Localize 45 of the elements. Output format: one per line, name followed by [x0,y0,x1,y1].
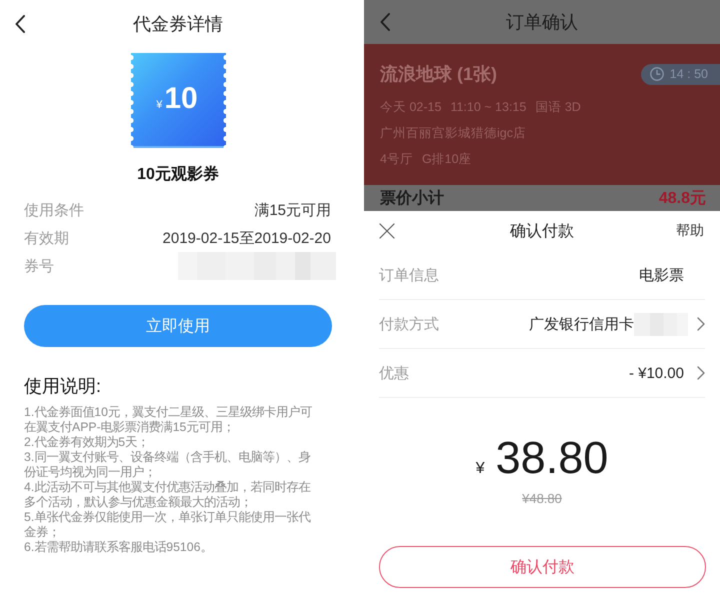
instruction-text: 3.同一翼支付账号、设备终端（含手机、电脑等）、身份证号均视为同一用户； [24,450,312,480]
instructions-title: 使用说明: [24,375,102,398]
detail-value: 2019-02-15至2019-02-20 [162,228,331,248]
movie-title: 流浪地球 (1张) [380,63,497,86]
row-label: 优惠 [379,364,410,382]
subtotal-label: 票价小计 [380,190,444,208]
seat-text: 4号厅 [380,151,413,168]
pay-amount: 38.80 [496,432,608,484]
row-value: 电影票 [639,266,684,284]
instruction-text: 6.若需帮助请联系客服电话95106。 [24,540,214,555]
row-value: 广发银行信用卡 [529,314,634,334]
showtime-text: 国语 3D [535,99,581,116]
page-title: 订单确认 [505,11,579,34]
showtime-text: 今天 02-15 [380,99,442,116]
use-now-button[interactable]: 立即使用 [24,305,332,347]
confirm-pay-button[interactable]: 确认付款 [379,546,706,588]
instruction-text: 5.单张代金券仅能使用一次，单张订单只能使用一张代金券； [24,510,312,540]
detail-label: 有效期 [24,228,69,248]
cinema-name: 广州百丽宫影城猎德igc店 [380,125,526,142]
showtime-text: 11:10 ~ 13:15 [450,99,526,116]
help-link[interactable]: 帮助 [676,222,704,240]
detail-label: 券号 [24,256,54,276]
instruction-text: 2.代金券有效期为5天； [24,435,150,450]
chevron-right-icon[interactable] [697,317,705,331]
detail-label: 使用条件 [24,200,84,220]
sheet-title: 确认付款 [509,222,575,242]
page-title: 代金券详情 [132,13,224,36]
clock-icon [650,67,664,81]
chevron-left-icon[interactable] [15,15,25,33]
original-price: ¥48.80 [522,490,562,508]
row-value: - ¥10.00 [628,364,684,382]
seat-text: G排10座 [422,151,472,168]
close-icon[interactable] [379,223,395,239]
subtotal-amount: 48.8元 [658,190,706,208]
chevron-right-icon[interactable] [697,366,705,380]
instruction-text: 4.此活动不可与其他翼支付优惠活动叠加，若同时存在多个活动，默认参与优惠金额最大的活动； [24,480,312,510]
currency-symbol: ¥ [156,99,162,111]
coupon-value: 10 [164,82,198,116]
instruction-text: 1.代金券面值10元，翼支付二星级、三星级绑卡用户可在翼支付APP-电影票消费满15元可用； [24,405,313,435]
row-label: 付款方式 [379,314,440,334]
coupon-name: 10元观影券 [136,164,220,185]
currency-symbol: ¥ [476,460,485,478]
detail-value: 满15元可用 [254,200,331,220]
countdown-time: 14 : 50 [670,67,708,81]
row-label: 订单信息 [379,266,440,284]
